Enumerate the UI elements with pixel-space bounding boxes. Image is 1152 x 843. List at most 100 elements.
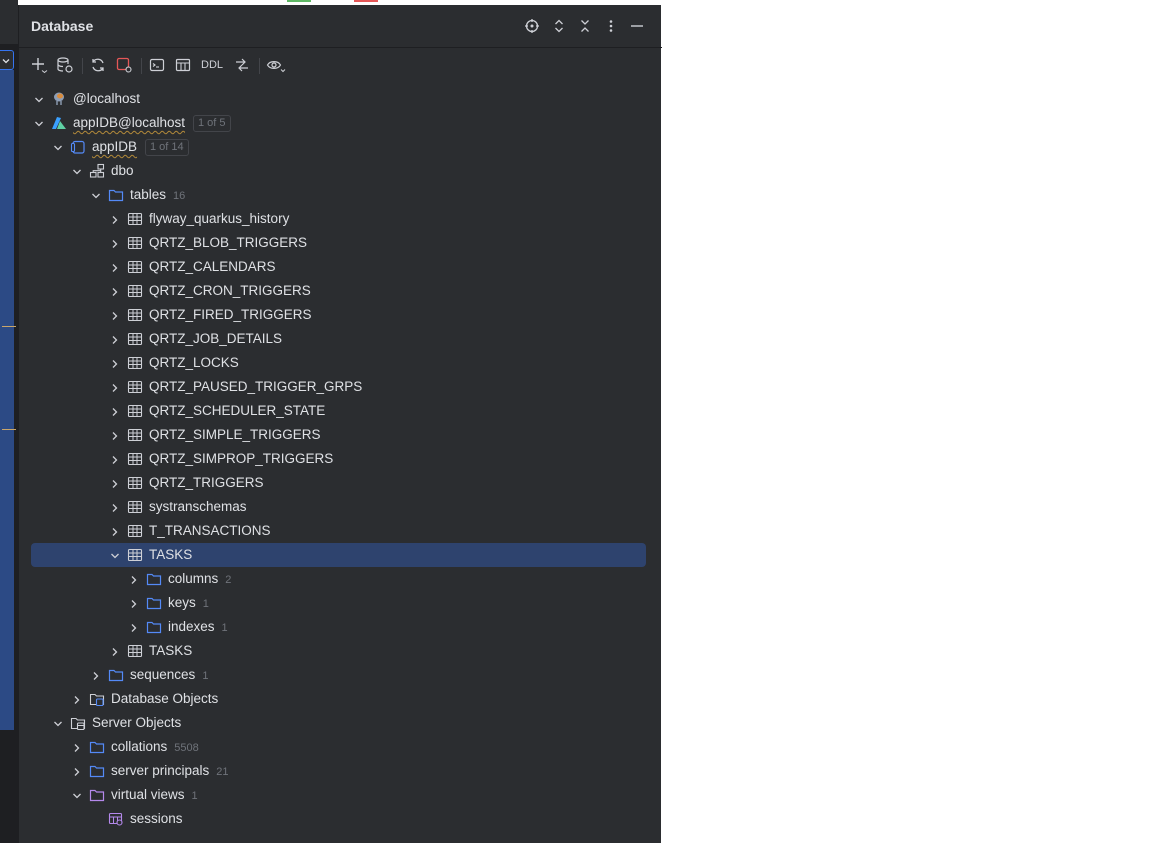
chevron-right-icon[interactable]: [109, 213, 121, 225]
minimize-icon[interactable]: [628, 17, 646, 35]
database-tool-window: Database DDL @localhost appIDB@localhost…: [18, 5, 662, 843]
tree-node[interactable]: T_TRANSACTIONS: [19, 519, 662, 543]
chevron-right-icon[interactable]: [128, 621, 140, 633]
tree-node[interactable]: appIDB 1 of 14: [19, 135, 662, 159]
node-name: QRTZ_TRIGGERS: [149, 475, 264, 490]
tree-node-label: sequences 1: [130, 667, 208, 682]
chevron-right-icon[interactable]: [109, 477, 121, 489]
node-name: sequences: [130, 667, 196, 682]
node-count: 5508: [174, 742, 199, 754]
toolbar-separator: [259, 58, 260, 74]
chevron-right-icon[interactable]: [109, 237, 121, 249]
tree-node[interactable]: columns 2: [19, 567, 662, 591]
chevron-down-icon[interactable]: [33, 93, 45, 105]
tree-node[interactable]: sessions: [19, 807, 662, 831]
tree-node-label: QRTZ_JOB_DETAILS: [149, 331, 282, 346]
chevron-right-icon[interactable]: [71, 741, 83, 753]
query-console-icon[interactable]: [148, 56, 166, 74]
chevron-down-icon[interactable]: [52, 717, 64, 729]
tree-node[interactable]: QRTZ_TRIGGERS: [19, 471, 662, 495]
collapse-all-icon[interactable]: [576, 17, 594, 35]
chevron-down-icon[interactable]: [52, 141, 64, 153]
chevron-down-icon[interactable]: [109, 549, 121, 561]
folder-icon: [108, 187, 124, 203]
node-name: dbo: [111, 163, 134, 178]
more-options-icon[interactable]: [602, 17, 620, 35]
tree-node[interactable]: QRTZ_CRON_TRIGGERS: [19, 279, 662, 303]
editor-tab-strip: [0, 0, 18, 44]
view-options-icon[interactable]: [266, 56, 286, 74]
chevron-right-icon[interactable]: [109, 429, 121, 441]
chevron-right-icon[interactable]: [109, 405, 121, 417]
tree-node[interactable]: systranschemas: [19, 495, 662, 519]
tree-node[interactable]: TASKS: [19, 639, 662, 663]
refresh-icon[interactable]: [89, 56, 107, 74]
tree-node-label: systranschemas: [149, 499, 247, 514]
tree-node[interactable]: collations 5508: [19, 735, 662, 759]
add-icon[interactable]: [30, 56, 48, 74]
chevron-right-icon[interactable]: [90, 669, 102, 681]
tree-node[interactable]: tables 16: [19, 183, 662, 207]
tree-node[interactable]: keys 1: [19, 591, 662, 615]
jump-to-icon[interactable]: [233, 56, 251, 74]
tree-node[interactable]: sequences 1: [19, 663, 662, 687]
chevron-down-icon[interactable]: [71, 789, 83, 801]
tree-node-label: appIDB: [92, 139, 137, 154]
tree-node[interactable]: @localhost: [19, 87, 662, 111]
tree-node[interactable]: TASKS: [19, 543, 662, 567]
chevron-right-icon[interactable]: [71, 765, 83, 777]
tree-node[interactable]: dbo: [19, 159, 662, 183]
chevron-right-icon[interactable]: [128, 573, 140, 585]
chevron-right-icon[interactable]: [109, 333, 121, 345]
tree-node[interactable]: Server Objects: [19, 711, 662, 735]
gutter-marker: [2, 429, 16, 430]
toolbar-separator: [82, 58, 83, 74]
chevron-right-icon[interactable]: [109, 381, 121, 393]
tree-node[interactable]: QRTZ_SIMPLE_TRIGGERS: [19, 423, 662, 447]
chevron-right-icon[interactable]: [109, 285, 121, 297]
tree-node[interactable]: QRTZ_SIMPROP_TRIGGERS: [19, 447, 662, 471]
node-name: indexes: [168, 619, 215, 634]
tree-node[interactable]: virtual views 1: [19, 783, 662, 807]
chevron-right-icon[interactable]: [109, 357, 121, 369]
chevron-down-icon[interactable]: [33, 117, 45, 129]
chevron-right-icon[interactable]: [109, 261, 121, 273]
tree-node[interactable]: flyway_quarkus_history: [19, 207, 662, 231]
data-source-properties-icon[interactable]: [56, 56, 74, 74]
chevron-right-icon[interactable]: [128, 597, 140, 609]
table-icon: [127, 499, 143, 515]
chevron-right-icon[interactable]: [109, 645, 121, 657]
tree-node-label: server principals 21: [111, 763, 229, 778]
chevron-down-icon[interactable]: [71, 165, 83, 177]
node-count: 1: [202, 670, 209, 682]
tree-node[interactable]: QRTZ_PAUSED_TRIGGER_GRPS: [19, 375, 662, 399]
tree-node[interactable]: QRTZ_LOCKS: [19, 351, 662, 375]
chevron-right-icon[interactable]: [109, 453, 121, 465]
table-editor-icon[interactable]: [174, 56, 192, 74]
tree-node[interactable]: server principals 21: [19, 759, 662, 783]
stop-icon[interactable]: [115, 56, 133, 74]
tree-node[interactable]: appIDB@localhost 1 of 5: [19, 111, 662, 135]
ide-window: Database DDL @localhost appIDB@localhost…: [0, 0, 1152, 843]
ddl-button[interactable]: DDL: [201, 56, 223, 74]
tree-node[interactable]: Database Objects: [19, 687, 662, 711]
tree-node[interactable]: QRTZ_SCHEDULER_STATE: [19, 399, 662, 423]
tree-node-label: QRTZ_SCHEDULER_STATE: [149, 403, 325, 418]
chevron-down-icon[interactable]: [90, 189, 102, 201]
expand-all-icon[interactable]: [550, 17, 568, 35]
crosshair-icon[interactable]: [523, 17, 541, 35]
tree-node[interactable]: QRTZ_BLOB_TRIGGERS: [19, 231, 662, 255]
node-name: appIDB: [92, 139, 138, 154]
tree-node-label: virtual views 1: [111, 787, 198, 802]
tree-node[interactable]: QRTZ_JOB_DETAILS: [19, 327, 662, 351]
chevron-right-icon[interactable]: [109, 501, 121, 513]
tree-node[interactable]: indexes 1: [19, 615, 662, 639]
chevron-right-icon[interactable]: [109, 525, 121, 537]
table-icon: [127, 283, 143, 299]
tree-node[interactable]: QRTZ_CALENDARS: [19, 255, 662, 279]
chevron-right-icon[interactable]: [71, 693, 83, 705]
chevron-right-icon[interactable]: [109, 309, 121, 321]
editor-dropdown[interactable]: [0, 50, 14, 70]
tree-node[interactable]: QRTZ_FIRED_TRIGGERS: [19, 303, 662, 327]
server-objects-icon: [70, 715, 86, 731]
